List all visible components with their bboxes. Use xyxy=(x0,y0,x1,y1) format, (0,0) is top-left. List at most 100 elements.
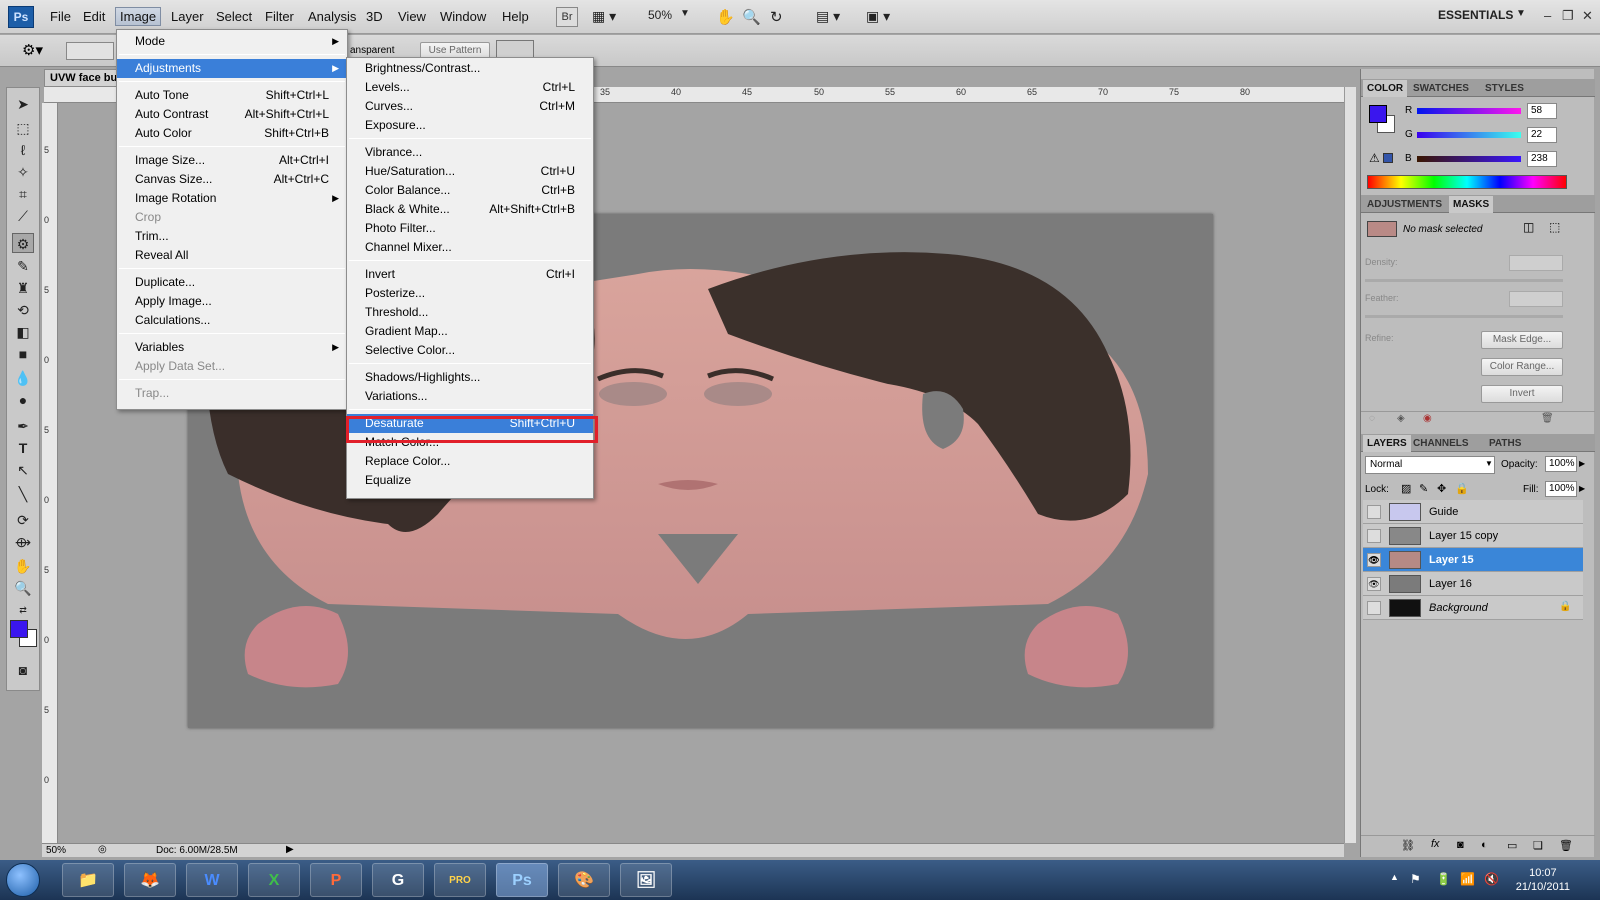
3d-rotate-icon[interactable]: ⟳ xyxy=(12,510,34,530)
zoom-icon[interactable]: 🔍 xyxy=(742,8,761,26)
visibility-toggle[interactable] xyxy=(1367,505,1381,519)
layer-row-guide[interactable]: Guide xyxy=(1363,500,1583,524)
tab-swatches[interactable]: SWATCHES xyxy=(1409,80,1473,97)
hand-icon[interactable]: ✋ xyxy=(716,8,735,26)
network-icon[interactable]: 📶 xyxy=(1460,872,1475,886)
photoshop-taskbar-icon[interactable]: Ps xyxy=(496,863,548,897)
delete-layer-icon[interactable]: 🗑 xyxy=(1559,839,1573,852)
adjustment-layer-icon[interactable]: ◐ xyxy=(1481,839,1488,851)
firefox-icon[interactable]: 🦊 xyxy=(124,863,176,897)
adjust-menu-item-photo-filter[interactable]: Photo Filter... xyxy=(347,219,593,238)
new-layer-icon[interactable]: ❏ xyxy=(1533,839,1543,852)
blend-mode-select[interactable]: Normal xyxy=(1365,456,1495,474)
menu-edit[interactable]: Edit xyxy=(83,9,105,24)
feather-input[interactable] xyxy=(1509,291,1563,307)
chevron-down-icon[interactable]: ▼ xyxy=(680,8,690,26)
image-menu-item-image-rotation[interactable]: Image Rotation ▶ xyxy=(117,189,347,208)
pixel-mask-icon[interactable]: ◫ xyxy=(1523,220,1534,234)
image-menu-item-adjustments[interactable]: Adjustments ▶ xyxy=(117,59,347,78)
restore-icon[interactable]: ❐ xyxy=(1562,8,1574,24)
hand-tool-icon[interactable]: ✋ xyxy=(12,556,34,576)
vector-mask-icon[interactable]: ⬚ xyxy=(1549,220,1560,234)
disable-mask-icon[interactable]: ◉ xyxy=(1423,413,1432,424)
image-menu-item-image-size[interactable]: Image Size... Alt+Ctrl+I xyxy=(117,151,347,170)
path-selection-icon[interactable]: ↖ xyxy=(12,460,34,480)
tab-styles[interactable]: STYLES xyxy=(1481,80,1528,97)
lock-position-icon[interactable]: ✥ xyxy=(1437,482,1446,495)
adjust-menu-item-brightness-contrast[interactable]: Brightness/Contrast... xyxy=(347,59,593,78)
volume-icon[interactable]: 🔇 xyxy=(1484,872,1499,886)
adjust-menu-item-variations[interactable]: Variations... xyxy=(347,387,593,406)
new-group-icon[interactable]: ▭ xyxy=(1507,839,1517,852)
color-range-button[interactable]: Color Range... xyxy=(1481,358,1563,376)
density-slider[interactable] xyxy=(1365,279,1563,282)
word-icon[interactable]: W xyxy=(186,863,238,897)
layer-style-icon[interactable]: fx xyxy=(1431,838,1440,850)
show-hidden-icons[interactable]: ▲ xyxy=(1390,872,1399,882)
transparent-option-label[interactable]: ansparent xyxy=(350,45,394,56)
image-menu-item-apply-image[interactable]: Apply Image... xyxy=(117,292,347,311)
tab-channels[interactable]: CHANNELS xyxy=(1409,435,1473,452)
close-icon[interactable]: ✕ xyxy=(1582,8,1593,24)
blur-tool-icon[interactable]: 💧 xyxy=(12,368,34,388)
image-menu-item-variables[interactable]: Variables ▶ xyxy=(117,338,347,357)
g-slider[interactable] xyxy=(1417,132,1521,138)
color-foreground-swatch[interactable] xyxy=(1369,105,1387,123)
zoom-level-dropdown[interactable]: 50% xyxy=(648,8,672,26)
r-slider[interactable] xyxy=(1417,108,1521,114)
arrange-documents-icon[interactable]: ▤ ▾ xyxy=(816,8,840,26)
adjust-menu-item-channel-mixer[interactable]: Channel Mixer... xyxy=(347,238,593,257)
pro-app-icon[interactable]: PRO xyxy=(434,863,486,897)
image-menu-item-reveal-all[interactable]: Reveal All xyxy=(117,246,347,265)
color-spectrum-bar[interactable] xyxy=(1367,175,1567,189)
image-menu-item-canvas-size[interactable]: Canvas Size... Alt+Ctrl+C xyxy=(117,170,347,189)
chevron-down-icon[interactable]: ▼ xyxy=(1516,8,1526,26)
b-slider[interactable] xyxy=(1417,156,1521,162)
zoom-tool-icon[interactable]: 🔍 xyxy=(12,578,34,598)
line-tool-icon[interactable]: ╲ xyxy=(12,484,34,504)
invert-mask-button[interactable]: Invert xyxy=(1481,385,1563,403)
menu-file[interactable]: File xyxy=(50,9,71,24)
tab-layers[interactable]: LAYERS xyxy=(1363,435,1411,452)
delete-mask-icon[interactable]: 🗑 xyxy=(1541,413,1554,424)
layer-row-background[interactable]: Background 🔒 xyxy=(1363,596,1583,620)
3d-orbit-icon[interactable]: ⟴ xyxy=(12,532,34,552)
adjust-menu-item-vibrance[interactable]: Vibrance... xyxy=(347,143,593,162)
opacity-input[interactable]: 100% xyxy=(1545,456,1577,472)
adjust-menu-item-invert[interactable]: Invert Ctrl+I xyxy=(347,265,593,284)
fill-arrow-icon[interactable]: ▶ xyxy=(1579,484,1585,493)
start-button[interactable] xyxy=(6,863,40,897)
link-layers-icon[interactable]: ⛓ xyxy=(1401,839,1415,852)
adjust-menu-item-black-white[interactable]: Black & White... Alt+Shift+Ctrl+B xyxy=(347,200,593,219)
gradient-tool-icon[interactable]: ■ xyxy=(12,344,34,364)
apply-mask-icon[interactable]: ◈ xyxy=(1397,413,1405,424)
lock-all-icon[interactable]: 🔒 xyxy=(1455,482,1469,495)
image-menu-item-duplicate[interactable]: Duplicate... xyxy=(117,273,347,292)
image-menu-item-calculations[interactable]: Calculations... xyxy=(117,311,347,330)
tab-paths[interactable]: PATHS xyxy=(1485,435,1525,452)
tab-adjustments[interactable]: ADJUSTMENTS xyxy=(1363,196,1446,213)
image-menu-item-mode[interactable]: Mode ▶ xyxy=(117,32,347,51)
adjust-menu-item-hue-saturation[interactable]: Hue/Saturation... Ctrl+U xyxy=(347,162,593,181)
tab-color[interactable]: COLOR xyxy=(1363,80,1408,97)
g-value[interactable]: 22 xyxy=(1527,127,1557,143)
explorer-icon[interactable]: 📁 xyxy=(62,863,114,897)
menu-select[interactable]: Select xyxy=(216,9,252,24)
rotate-view-icon[interactable]: ↻ xyxy=(770,8,783,26)
vertical-scrollbar[interactable] xyxy=(1344,87,1356,843)
eyedropper-icon[interactable]: ⟋ xyxy=(12,206,34,226)
menu-filter[interactable]: Filter xyxy=(265,9,294,24)
excel-icon[interactable]: X xyxy=(248,863,300,897)
type-tool-icon[interactable]: T xyxy=(12,438,34,458)
menu-3d[interactable]: 3D xyxy=(366,9,383,24)
patch-tool-icon[interactable]: ⚙ xyxy=(12,233,34,253)
lock-pixels-icon[interactable]: ✎ xyxy=(1419,482,1428,495)
visibility-toggle[interactable] xyxy=(1367,601,1381,615)
feather-slider[interactable] xyxy=(1365,315,1563,318)
adjust-menu-item-levels[interactable]: Levels... Ctrl+L xyxy=(347,78,593,97)
action-center-flag-icon[interactable]: ⚑ xyxy=(1410,872,1421,886)
tab-masks[interactable]: MASKS xyxy=(1449,196,1494,213)
minimize-icon[interactable]: – xyxy=(1544,8,1551,23)
image-menu-item-auto-tone[interactable]: Auto Tone Shift+Ctrl+L xyxy=(117,86,347,105)
patch-tool-icon[interactable]: ⚙▾ xyxy=(22,41,43,59)
